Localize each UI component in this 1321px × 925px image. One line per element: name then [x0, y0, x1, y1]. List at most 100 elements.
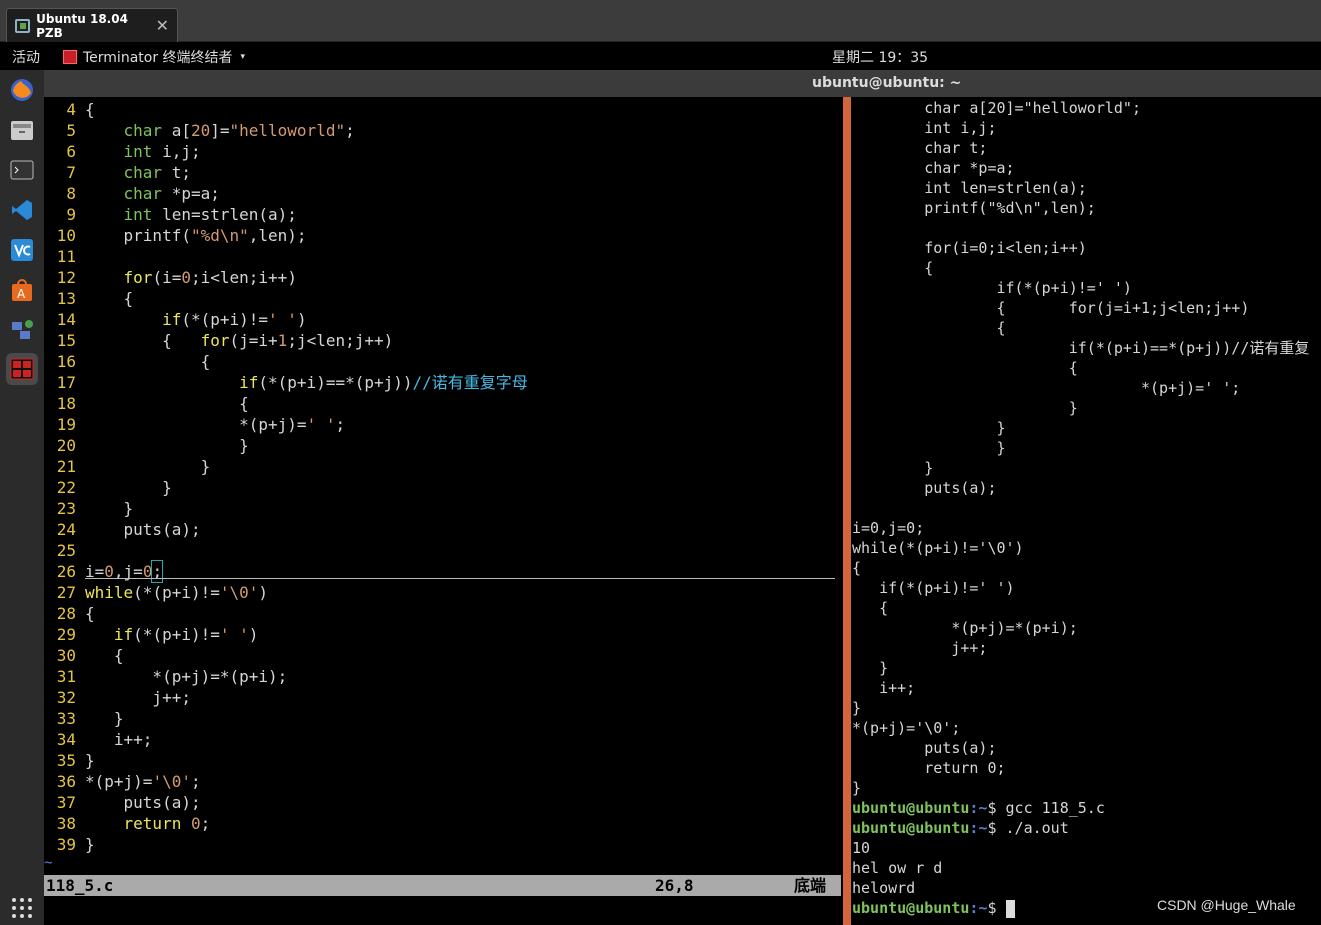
- vim-line[interactable]: 12 for(i=0;i<len;i++): [44, 267, 841, 288]
- software-center-icon[interactable]: A: [6, 274, 38, 306]
- vim-line[interactable]: 17 if(*(p+i)==*(p+j))//诺有重复字母: [44, 372, 841, 393]
- vim-line[interactable]: 19 *(p+j)=' ';: [44, 414, 841, 435]
- line-content[interactable]: }: [76, 456, 841, 477]
- app-menu[interactable]: Terminator 终端终结者 ▾: [63, 47, 245, 67]
- files-icon[interactable]: [6, 114, 38, 146]
- vim-line[interactable]: 27 while(*(p+i)!='\0'): [44, 582, 841, 603]
- firefox-icon[interactable]: [6, 74, 38, 106]
- vim-line[interactable]: 33 }: [44, 708, 841, 729]
- line-content[interactable]: *(p+j)=' ';: [76, 414, 841, 435]
- line-content[interactable]: puts(a);: [76, 792, 841, 813]
- line-number: 18: [56, 394, 76, 413]
- line-number: 34: [56, 730, 76, 749]
- vim-line[interactable]: 31 *(p+j)=*(p+i);: [44, 666, 841, 687]
- vm-tab[interactable]: Ubuntu 18.04 PZB ✕: [6, 8, 178, 42]
- vim-line[interactable]: 8 char *p=a;: [44, 183, 841, 204]
- vim-line[interactable]: 4{: [44, 99, 841, 120]
- line-content[interactable]: }: [76, 498, 841, 519]
- clock[interactable]: 星期二 19：35: [832, 47, 928, 67]
- line-content[interactable]: { for(j=i+1;j<len;j++): [76, 330, 841, 351]
- network-tools-icon[interactable]: [6, 314, 38, 346]
- vim-line[interactable]: 24 puts(a);: [44, 519, 841, 540]
- vscode-icon[interactable]: [6, 194, 38, 226]
- vim-line[interactable]: 18 {: [44, 393, 841, 414]
- gnome-top-bar: 活动 Terminator 终端终结者 ▾ 星期二 19：35: [0, 42, 1321, 70]
- terminal-line: }: [852, 419, 1006, 437]
- line-content[interactable]: puts(a);: [76, 519, 841, 540]
- vim-pane[interactable]: 4{5 char a[20]="helloworld"; 6 int i,j; 7 …: [44, 97, 841, 925]
- vim-line[interactable]: 29 if(*(p+i)!=' '): [44, 624, 841, 645]
- line-content[interactable]: char *p=a;: [76, 183, 841, 204]
- line-content[interactable]: *(p+j)=*(p+i);: [76, 666, 841, 687]
- line-content[interactable]: }: [76, 477, 841, 498]
- line-content[interactable]: while(*(p+i)!='\0'): [76, 582, 841, 603]
- vim-line[interactable]: 15 { for(j=i+1;j<len;j++): [44, 330, 841, 351]
- vim-line[interactable]: 38 return 0;: [44, 813, 841, 834]
- vim-line[interactable]: 6 int i,j;: [44, 141, 841, 162]
- line-content[interactable]: {: [76, 645, 841, 666]
- vim-line[interactable]: 9 int len=strlen(a);: [44, 204, 841, 225]
- line-number: 14: [56, 310, 76, 329]
- terminal-line: int len=strlen(a);: [852, 179, 1087, 197]
- line-content[interactable]: char a[20]="helloworld";: [76, 120, 841, 141]
- terminal-output[interactable]: char a[20]="helloworld"; int i,j; char t…: [852, 98, 1321, 918]
- vim-line[interactable]: 21 }: [44, 456, 841, 477]
- terminator-icon[interactable]: [6, 353, 38, 385]
- line-content[interactable]: char t;: [76, 162, 841, 183]
- line-content[interactable]: {: [76, 393, 841, 414]
- line-content[interactable]: j++;: [76, 687, 841, 708]
- line-content[interactable]: {: [76, 99, 841, 120]
- vim-line[interactable]: 7 char t;: [44, 162, 841, 183]
- vim-line[interactable]: 25: [44, 540, 841, 561]
- line-content[interactable]: {: [76, 603, 841, 624]
- vim-line[interactable]: 30 {: [44, 645, 841, 666]
- vim-editor[interactable]: 4{5 char a[20]="helloworld"; 6 int i,j; 7 …: [44, 99, 841, 855]
- terminal-line: }: [852, 439, 1006, 457]
- vim-line[interactable]: 10 printf("%d\n",len);: [44, 225, 841, 246]
- terminal-line: *(p+j)='\0';: [852, 719, 961, 737]
- line-content[interactable]: {: [76, 288, 841, 309]
- vim-line[interactable]: 39}: [44, 834, 841, 855]
- vim-line[interactable]: 37 puts(a);: [44, 792, 841, 813]
- vim-line[interactable]: 35}: [44, 750, 841, 771]
- line-content[interactable]: for(i=0;i<len;i++): [76, 267, 841, 288]
- terminal-pane[interactable]: char a[20]="helloworld"; int i,j; char t…: [851, 97, 1321, 925]
- line-content[interactable]: if(*(p+i)==*(p+j))//诺有重复字母: [76, 372, 841, 393]
- line-content[interactable]: }: [76, 435, 841, 456]
- vim-line[interactable]: 32 j++;: [44, 687, 841, 708]
- vnc-icon[interactable]: [6, 234, 38, 266]
- line-content[interactable]: return 0;: [76, 813, 841, 834]
- line-content[interactable]: if(*(p+i)!=' '): [76, 624, 841, 645]
- vim-line[interactable]: 34 i++;: [44, 729, 841, 750]
- line-number: 19: [56, 415, 76, 434]
- line-content[interactable]: int i,j;: [76, 141, 841, 162]
- vm-icon: [15, 18, 31, 33]
- show-applications-icon[interactable]: [10, 896, 34, 920]
- vim-line[interactable]: 28{: [44, 603, 841, 624]
- line-content[interactable]: int len=strlen(a);: [76, 204, 841, 225]
- line-content[interactable]: }: [76, 750, 841, 771]
- vim-line[interactable]: 22 }: [44, 477, 841, 498]
- close-icon[interactable]: ✕: [156, 16, 169, 35]
- line-content[interactable]: *(p+j)='\0';: [76, 771, 841, 792]
- line-content[interactable]: if(*(p+i)!=' '): [76, 309, 841, 330]
- vim-line[interactable]: 20 }: [44, 435, 841, 456]
- vim-line[interactable]: 5 char a[20]="helloworld";: [44, 120, 841, 141]
- line-content[interactable]: [76, 246, 841, 267]
- line-content[interactable]: }: [76, 834, 841, 855]
- line-content[interactable]: printf("%d\n",len);: [76, 225, 841, 246]
- line-content[interactable]: i++;: [76, 729, 841, 750]
- vim-line[interactable]: 13 {: [44, 288, 841, 309]
- vim-line[interactable]: 11: [44, 246, 841, 267]
- vim-line[interactable]: 23 }: [44, 498, 841, 519]
- vim-line[interactable]: 16 {: [44, 351, 841, 372]
- vim-line[interactable]: 36 *(p+j)='\0';: [44, 771, 841, 792]
- terminal-icon[interactable]: [6, 154, 38, 186]
- line-content[interactable]: }: [76, 708, 841, 729]
- line-content[interactable]: [76, 540, 841, 561]
- activities-button[interactable]: 活动: [12, 47, 40, 67]
- line-content[interactable]: {: [76, 351, 841, 372]
- pane-splitter[interactable]: [843, 97, 851, 925]
- line-number: 6: [66, 142, 76, 161]
- vim-line[interactable]: 14 if(*(p+i)!=' '): [44, 309, 841, 330]
